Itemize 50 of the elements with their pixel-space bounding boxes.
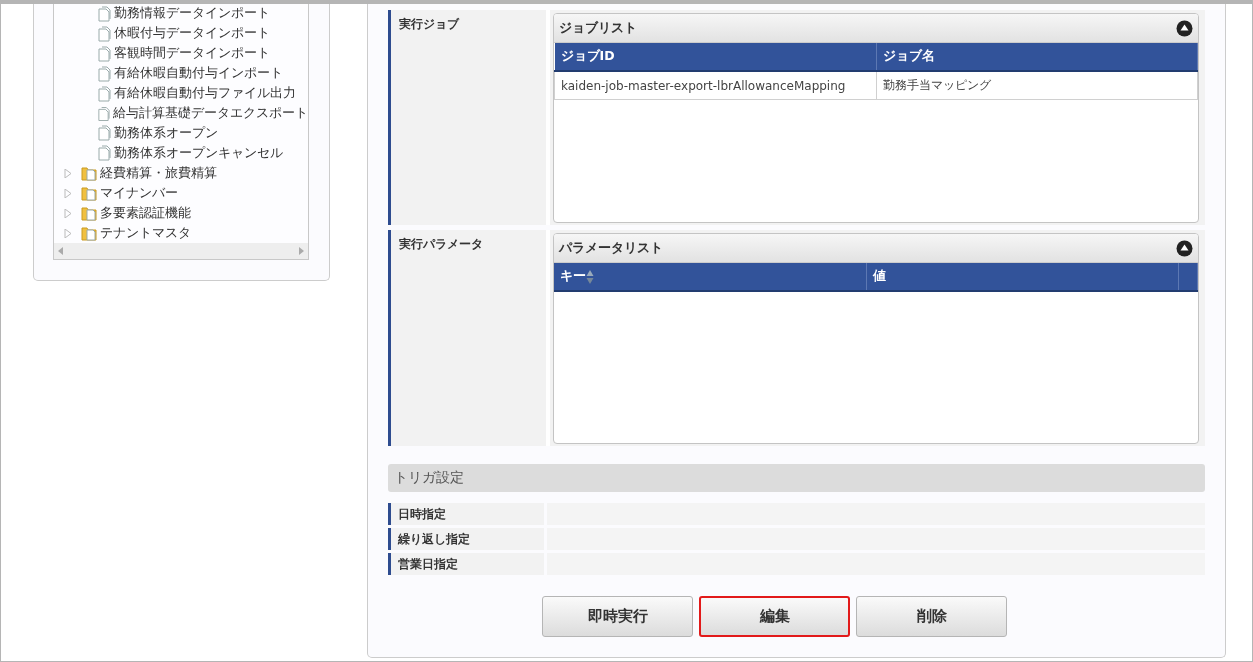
- document-icon: [97, 65, 111, 82]
- tree-item[interactable]: 勤務体系オープンキャンセル: [114, 144, 283, 162]
- field-label: 日時指定: [388, 503, 544, 525]
- tree-folder[interactable]: マイナンバー: [100, 184, 178, 202]
- tree-item[interactable]: 客観時間データインポート: [114, 45, 270, 63]
- folder-icon: [81, 185, 97, 202]
- tree-item[interactable]: 勤務情報データインポート: [114, 5, 270, 23]
- field-label: 実行パラメータ: [388, 230, 546, 446]
- folder-icon: [81, 165, 97, 182]
- field-label: 営業日指定: [388, 553, 544, 575]
- document-icon: [97, 25, 111, 42]
- scroll-left-icon: [58, 247, 63, 256]
- document-icon: [97, 145, 111, 162]
- tree-folder[interactable]: 多要素認証機能: [100, 204, 191, 222]
- scroll-right-icon: [299, 247, 304, 256]
- document-icon: [97, 125, 111, 142]
- tree-item[interactable]: 休暇付与データインポート: [114, 25, 270, 43]
- document-icon: [97, 45, 111, 62]
- section-header: トリガ設定: [388, 464, 1205, 492]
- collapsed-arrow-icon[interactable]: [64, 228, 72, 238]
- tree-folder[interactable]: テナントマスタ: [100, 224, 191, 242]
- document-icon: [97, 105, 110, 122]
- column-header: ジョブ名: [876, 43, 1198, 71]
- collapsed-arrow-icon[interactable]: [64, 208, 72, 218]
- panel-title: ジョブリスト: [559, 19, 637, 37]
- collapsed-arrow-icon[interactable]: [64, 168, 72, 178]
- column-header: ジョブID: [554, 43, 876, 71]
- column-header[interactable]: キー: [554, 263, 867, 291]
- tree-folder[interactable]: 経費精算・旅費精算: [100, 164, 217, 182]
- tree-item[interactable]: 給与計算基礎データエクスポート: [113, 105, 308, 123]
- panel-title: パラメータリスト: [559, 239, 663, 257]
- tree-item[interactable]: 有給休暇自動付与インポート: [114, 65, 283, 83]
- table-cell: 勤務手当マッピング: [876, 71, 1198, 100]
- collapse-icon[interactable]: [1176, 19, 1193, 37]
- horizontal-scrollbar[interactable]: [54, 243, 308, 259]
- field-label: 実行ジョブ: [388, 10, 546, 225]
- tree-item[interactable]: 有給休暇自動付与ファイル出力: [114, 85, 296, 103]
- action-button[interactable]: 編集: [699, 596, 850, 637]
- folder-icon: [81, 225, 97, 242]
- action-button[interactable]: 削除: [856, 596, 1007, 637]
- action-button[interactable]: 即時実行: [542, 596, 693, 637]
- folder-icon: [81, 205, 97, 222]
- document-icon: [97, 85, 111, 102]
- table-cell: kaiden-job-master-export-lbrAllowanceMapping: [554, 71, 876, 100]
- collapsed-arrow-icon[interactable]: [64, 188, 72, 198]
- sort-icon: [586, 268, 594, 285]
- collapse-icon[interactable]: [1176, 239, 1193, 257]
- column-header[interactable]: 値: [866, 263, 1179, 291]
- field-label: 繰り返し指定: [388, 528, 544, 550]
- tree-item[interactable]: 勤務体系オープン: [114, 125, 218, 142]
